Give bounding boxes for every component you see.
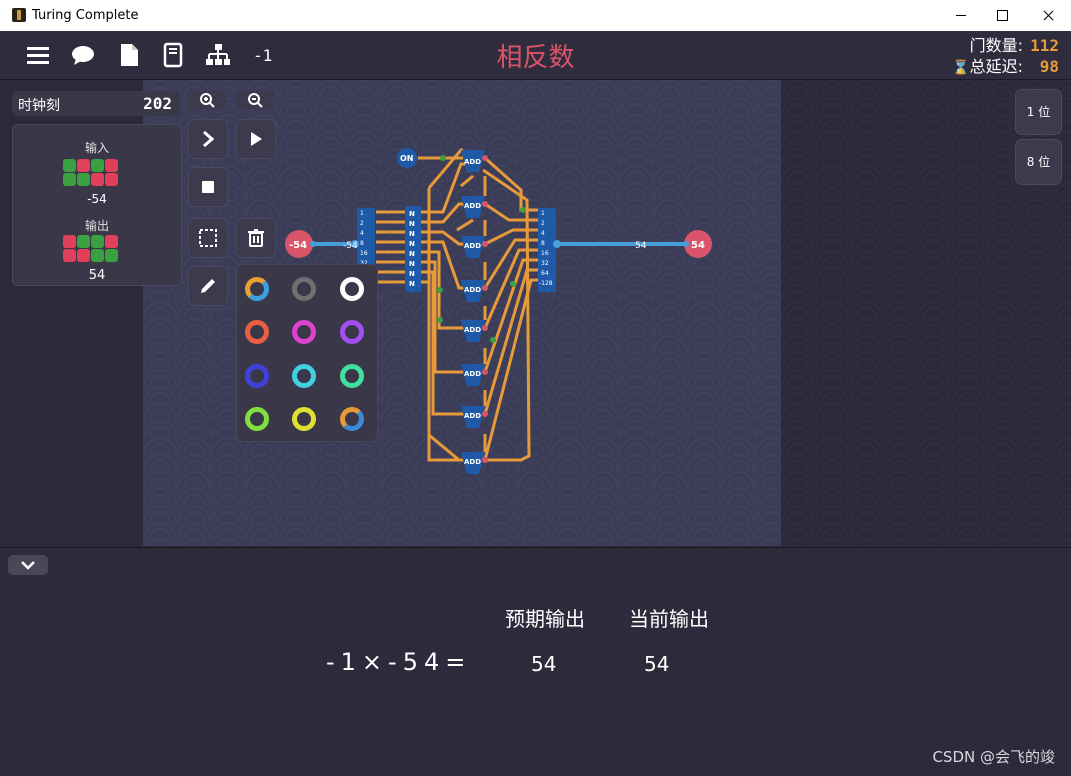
current-output-value: 54 xyxy=(644,652,670,676)
io-card: 输入 -54 输出 54 xyxy=(12,124,182,286)
test-equation: -1×-54= xyxy=(326,648,472,676)
splitter-bit-label: 1 xyxy=(360,210,364,217)
clock-label: 时钟刻 xyxy=(18,98,60,114)
joiner-bit-label: 4 xyxy=(541,230,545,237)
maximize-button[interactable] xyxy=(979,0,1025,31)
splitter-bit-label: 16 xyxy=(360,250,368,257)
add-gate-label: ADD xyxy=(464,458,481,466)
not-gate-label: N xyxy=(409,220,415,228)
input-label: 输入 xyxy=(84,141,109,155)
joiner-bit-label: 2 xyxy=(541,220,545,227)
input-pin-value: -54 xyxy=(289,240,307,251)
not-gate-label: N xyxy=(409,210,415,218)
color-swatch[interactable] xyxy=(340,320,364,344)
wire-value-right: 54 xyxy=(635,241,647,251)
selection-icon xyxy=(199,229,217,247)
splitter-bit-label: 2 xyxy=(360,220,364,227)
hourglass-icon: ⌛ xyxy=(952,60,970,76)
add-gate-label: ADD xyxy=(464,202,481,210)
app-icon xyxy=(12,8,26,22)
joiner-bit-label: 32 xyxy=(541,260,549,267)
add-gate-label: ADD xyxy=(464,286,481,294)
splitter-bit-label: 8 xyxy=(360,240,364,247)
output-label: 输出 xyxy=(84,219,109,233)
expected-output-header: 预期输出 xyxy=(505,607,585,631)
delete-button[interactable] xyxy=(236,218,276,258)
not-gate-label: N xyxy=(409,250,415,258)
window-titlebar: Turing Complete xyxy=(0,0,1071,31)
stats-panel: 门数量: 112 ⌛总延迟: 98 xyxy=(952,35,1059,79)
input-value: -54 xyxy=(87,192,107,206)
minimize-button[interactable] xyxy=(938,0,984,31)
close-window-button[interactable] xyxy=(1025,0,1071,31)
color-palette xyxy=(236,264,378,442)
expected-output-value: 54 xyxy=(531,652,557,676)
joiner-bit-label: 8 xyxy=(541,240,545,247)
bit-size-1-button[interactable]: 1 位 xyxy=(1015,89,1062,135)
clock-value: 202 xyxy=(143,94,172,113)
pencil-icon xyxy=(201,279,215,293)
gate-count-label: 门数量: xyxy=(969,36,1023,55)
not-gate-label: N xyxy=(409,240,415,248)
output-pin-value: 54 xyxy=(691,240,705,251)
watermark: CSDN @会飞的竣 xyxy=(932,748,1055,766)
add-gate-label: ADD xyxy=(464,242,481,250)
wire-value-left: -54 xyxy=(343,241,358,251)
total-delay-label: 总延迟: xyxy=(969,57,1023,76)
zoom-in-button[interactable] xyxy=(188,90,226,110)
color-swatch[interactable] xyxy=(340,364,364,388)
color-swatch[interactable] xyxy=(245,407,269,431)
color-swatch[interactable] xyxy=(292,277,316,301)
input-bits xyxy=(63,159,121,187)
color-swatch[interactable] xyxy=(245,277,269,301)
color-swatch[interactable] xyxy=(292,364,316,388)
not-gate-label: N xyxy=(409,230,415,238)
trash-icon xyxy=(248,229,264,247)
add-gate-label: ADD xyxy=(464,326,481,334)
color-swatch[interactable] xyxy=(292,407,316,431)
not-gate-label: N xyxy=(409,260,415,268)
color-swatch[interactable] xyxy=(340,407,364,431)
add-gate-label: ADD xyxy=(464,412,481,420)
clock-ticks: 时钟刻 202 xyxy=(12,91,180,116)
total-delay-value: 98 xyxy=(1039,57,1059,76)
collapse-button[interactable] xyxy=(8,555,48,575)
color-swatch[interactable] xyxy=(292,320,316,344)
add-gate-label: ADD xyxy=(464,158,481,166)
bit-size-8-button[interactable]: 8 位 xyxy=(1015,139,1062,185)
add-gate-label: ADD xyxy=(464,370,481,378)
output-bits xyxy=(63,235,121,263)
pencil-button[interactable] xyxy=(188,266,228,306)
level-title: 相反数 xyxy=(496,43,575,73)
on-constant-label: ON xyxy=(400,154,414,163)
color-swatch[interactable] xyxy=(340,277,364,301)
window-title: Turing Complete xyxy=(32,8,139,23)
not-gate-label: N xyxy=(409,280,415,288)
joiner-bit-label: 16 xyxy=(541,250,549,257)
joiner-bit-label: 64 xyxy=(541,270,549,277)
color-swatch[interactable] xyxy=(245,320,269,344)
color-swatch[interactable] xyxy=(245,364,269,388)
play-icon xyxy=(251,132,262,146)
joiner-bit-label: -128 xyxy=(539,280,553,287)
chevron-right-icon xyxy=(203,130,215,148)
chevron-down-icon xyxy=(21,561,35,570)
output-value: 54 xyxy=(88,268,106,283)
test-panel: 预期输出 当前输出 -1×-54= 54 54 CSDN @会飞的竣 xyxy=(0,547,1071,776)
joiner-bit-label: 1 xyxy=(541,210,545,217)
step-button[interactable] xyxy=(188,119,228,159)
top-toolbar: -1 相反数 门数量: 112 ⌛总延迟: 98 xyxy=(0,31,1071,80)
current-output-header: 当前输出 xyxy=(629,607,709,631)
zoom-out-icon xyxy=(248,93,263,108)
stop-icon xyxy=(202,181,214,193)
splitter-bit-label: 4 xyxy=(360,230,364,237)
select-button[interactable] xyxy=(188,218,228,258)
zoom-out-button[interactable] xyxy=(236,90,274,110)
run-button[interactable] xyxy=(236,119,276,159)
gate-count-value: 112 xyxy=(1030,36,1059,55)
stop-button[interactable] xyxy=(188,167,228,207)
zoom-in-icon xyxy=(200,93,215,108)
not-gate-label: N xyxy=(409,270,415,278)
